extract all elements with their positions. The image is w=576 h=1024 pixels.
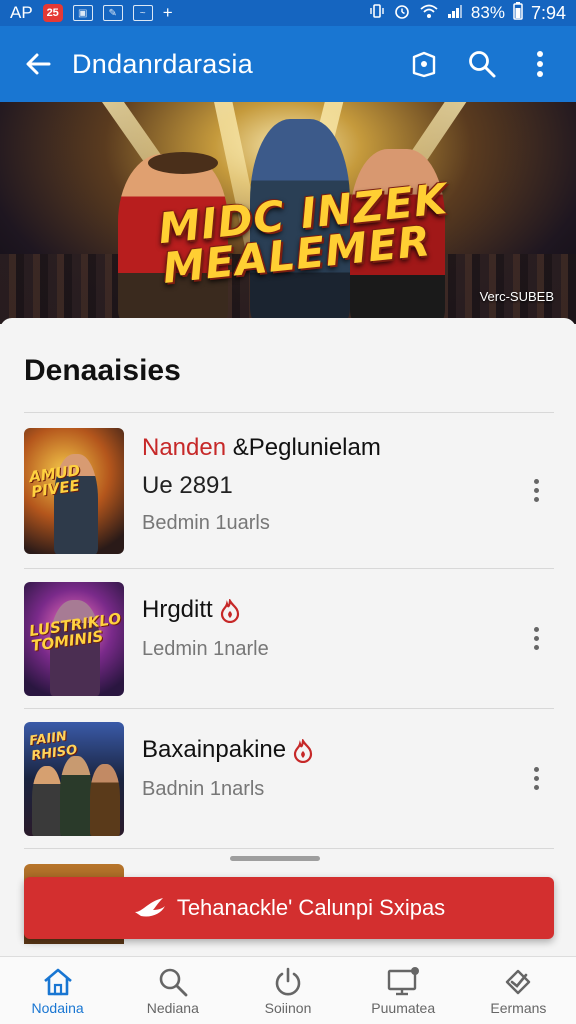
bottom-navigation: Nodaina Nediana Soiinon Puumatea Eermans — [0, 956, 576, 1024]
edit-notification-icon: ✎ — [102, 5, 123, 21]
nav-label: Puumatea — [371, 999, 436, 1016]
hero-caption: Verc-SUBEB — [479, 289, 554, 304]
overflow-menu-button[interactable] — [516, 40, 564, 88]
flame-badge-icon — [294, 738, 313, 763]
thumb-figure — [90, 764, 120, 836]
more-vert-icon — [537, 51, 543, 77]
status-bar: AP 25 ▣ ✎ ~ + 83% 7:94 — [0, 0, 576, 26]
list-item[interactable]: FAIIN RHISO Baxainpakine Badnin 1narls — [24, 722, 554, 852]
checkbox-icon — [506, 969, 531, 994]
power-icon — [275, 967, 301, 995]
divider — [24, 708, 554, 709]
section-title: Denaaisies — [24, 354, 181, 387]
search-icon — [159, 968, 188, 996]
item-title-rest: Baxainpakine — [142, 736, 287, 763]
app-bar: Dndanrdarasia — [0, 26, 576, 102]
list-item[interactable]: LUSTRIKLO TOMINIS Hrgditt Ledmin 1narle — [24, 582, 554, 712]
wifi-icon — [419, 3, 439, 24]
settings-button[interactable] — [400, 40, 448, 88]
notification-badge-icon: 25 — [42, 4, 63, 22]
nav-label: Soiinon — [264, 999, 312, 1016]
item-title: Nanden &Peglunielam — [142, 434, 381, 462]
item-title-highlight: Nanden — [142, 434, 227, 461]
divider — [24, 848, 554, 849]
item-thumbnail: LUSTRIKLO TOMINIS — [24, 582, 124, 696]
divider — [24, 568, 554, 569]
item-title-rest: &Peglunielam — [226, 434, 381, 461]
scroll-handle[interactable] — [230, 856, 320, 861]
thumb-figure — [32, 766, 62, 836]
alarm-icon — [393, 2, 411, 25]
item-more-button[interactable] — [524, 618, 548, 658]
item-subtitle: Ue 2891 — [142, 472, 233, 499]
nav-label: Eermans — [490, 999, 547, 1016]
nav-label: Nodaina — [31, 999, 84, 1016]
page-title: Dndanrdarasia — [72, 48, 254, 79]
item-title: Baxainpakine — [142, 736, 314, 764]
nav-label: Nediana — [146, 999, 199, 1016]
home-icon — [43, 968, 72, 995]
nav-item-checkbox[interactable]: Eermans — [461, 957, 576, 1024]
battery-text: 83% — [470, 3, 505, 22]
search-icon — [469, 51, 496, 78]
plus-indicator: + — [162, 3, 173, 22]
signal-icon — [447, 3, 463, 24]
divider — [24, 412, 554, 413]
bird-icon — [134, 898, 165, 917]
clock: 7:94 — [530, 2, 566, 23]
nav-item-home[interactable]: Nodaina — [0, 957, 115, 1024]
nav-item-power[interactable]: Soiinon — [230, 957, 345, 1024]
item-more-button[interactable] — [524, 758, 548, 798]
hero-banner[interactable]: MIDC INZEK MEALEMER Verc-SUBEB — [0, 102, 576, 324]
app-screen: AP 25 ▣ ✎ ~ + 83% 7:94 Dndanrdarasia MID… — [0, 0, 576, 1024]
thumb-title: FAIIN RHISO — [28, 729, 79, 764]
image-notification-icon: ▣ — [72, 5, 93, 21]
list-item[interactable]: AMUD PIVEE Nanden &Peglunielam Ue 2891 B… — [24, 428, 554, 558]
thumb-figure — [60, 756, 92, 836]
monitor-icon — [388, 966, 420, 995]
cta-label: Tehanackle' Calunpi Sxipas — [176, 895, 446, 920]
nav-item-search[interactable]: Nediana — [115, 957, 230, 1024]
item-more-button[interactable] — [524, 470, 548, 510]
battery-icon — [513, 1, 523, 25]
item-thumbnail: FAIIN RHISO — [24, 722, 124, 836]
flame-badge-icon — [220, 598, 239, 623]
content-card: Denaaisies AMUD PIVEE Nanden &Pegluniela… — [0, 318, 576, 958]
carrier-text: AP — [10, 3, 33, 22]
back-arrow-icon — [26, 53, 51, 75]
item-meta: Bedmin 1uarls — [142, 512, 270, 534]
item-meta: Ledmin 1narle — [142, 638, 269, 660]
search-button[interactable] — [458, 40, 506, 88]
back-button[interactable] — [10, 36, 66, 92]
settings-shield-icon — [412, 51, 436, 78]
item-title-rest: Hrgditt — [142, 596, 213, 623]
item-meta: Badnin 1narls — [142, 778, 265, 800]
nav-item-monitor[interactable]: Puumatea — [346, 957, 461, 1024]
mail-notification-icon: ~ — [132, 5, 153, 21]
vibrate-icon — [369, 3, 385, 24]
item-thumbnail: AMUD PIVEE — [24, 428, 124, 554]
primary-cta-button[interactable]: Tehanackle' Calunpi Sxipas — [24, 877, 554, 939]
hero-hat — [148, 152, 218, 174]
thumb-title: AMUD PIVEE — [28, 461, 82, 501]
thumb-title: LUSTRIKLO TOMINIS — [28, 609, 123, 655]
item-title: Hrgditt — [142, 596, 241, 624]
